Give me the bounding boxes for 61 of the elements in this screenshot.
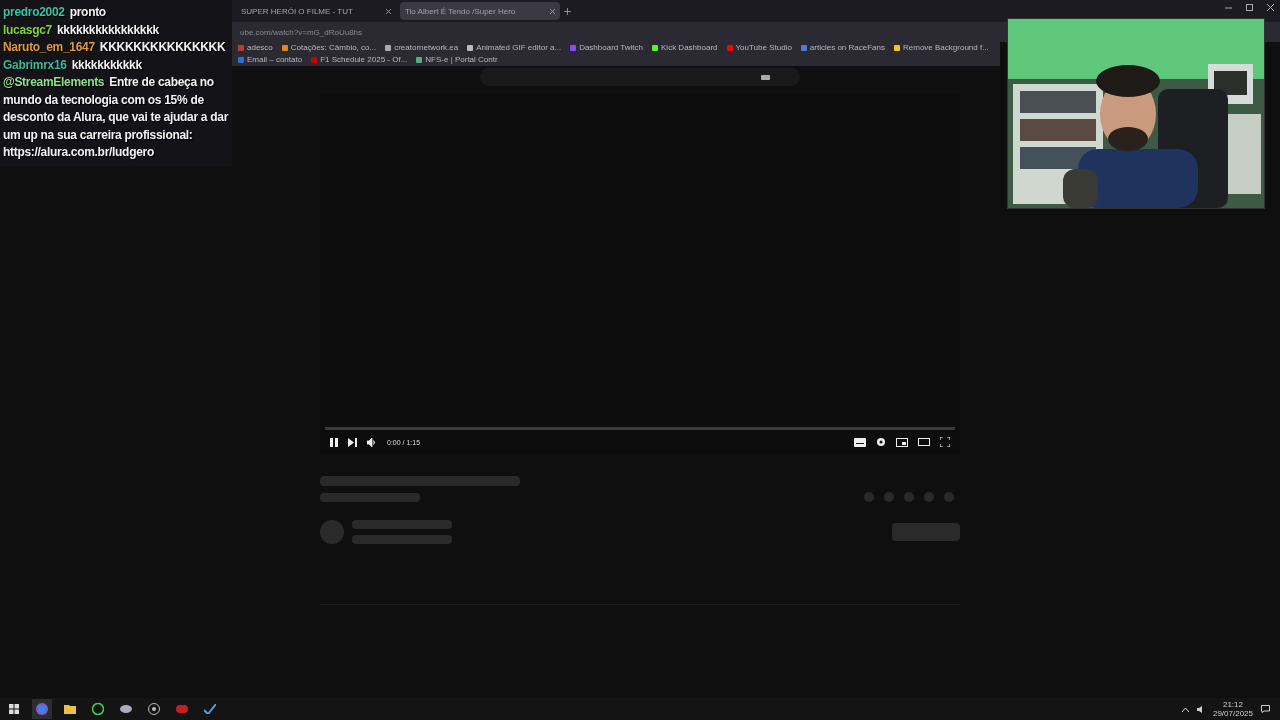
chat-message: lucasgc7 kkkkkkkkkkkkkkkk [3, 21, 160, 39]
speaker-icon[interactable] [1196, 705, 1205, 713]
chat-message: Naruto_em_1647 KKKKKKKKKKKKKKK [3, 39, 227, 56]
avatar-placeholder [320, 520, 344, 544]
bookmark[interactable]: articles on RaceFans [800, 43, 885, 52]
new-tab-icon[interactable] [564, 7, 571, 15]
bookmark[interactable]: F1 Schedule 2025 - Of... [311, 55, 408, 64]
browser-tab[interactable]: SUPER HERÓI O FILME - TUT [236, 2, 396, 20]
bookmark[interactable]: adesco [238, 43, 273, 52]
chat-message: @StreamElements Entre de cabeça no mundo da tecnologia com os 15% de desconto da Alura, que vai te ajudar a dar um up na sua carreira profissional: https://alura.com.br/ludgero [3, 74, 229, 161]
close-icon[interactable] [1267, 4, 1274, 11]
progress-track[interactable] [325, 427, 955, 430]
clock-date: 29/07/2025 [1212, 709, 1253, 718]
chevron-up-icon[interactable] [1181, 706, 1189, 712]
loading-dot [924, 492, 934, 502]
bookmark[interactable]: NFS-e | Portal Contr [416, 55, 498, 64]
chat-username: predro2002 [3, 5, 65, 19]
settings-icon[interactable] [876, 437, 886, 447]
keyboard-icon[interactable] [761, 74, 770, 80]
bookmark[interactable]: Animated GIF editor a... [467, 43, 562, 52]
maximize-icon[interactable] [1246, 4, 1253, 11]
bookmark[interactable]: Cotações: Câmbio, co... [281, 43, 377, 52]
chat-message: predro2002 pronto [3, 4, 107, 21]
loading-dot [944, 492, 954, 502]
notification-icon[interactable] [1261, 705, 1270, 713]
bookmark[interactable]: creatornetwork.ea [385, 43, 459, 52]
minimize-icon[interactable] [1225, 4, 1232, 11]
loading-dot [864, 492, 874, 502]
checkmark-icon[interactable] [204, 704, 216, 714]
bookmark[interactable]: Kick Dashboard [652, 43, 718, 52]
fullscreen-icon[interactable] [940, 437, 950, 447]
chat-username: @StreamElements [3, 75, 105, 89]
app-icon[interactable] [120, 704, 132, 714]
miniplayer-icon[interactable] [896, 437, 908, 447]
chat-username: Naruto_em_1647 [3, 40, 95, 54]
browser-tab[interactable]: Tio Albert É Tendo /Super Hero [400, 2, 560, 20]
bookmark[interactable]: YouTube Studio [726, 43, 792, 52]
theater-icon[interactable] [918, 438, 930, 446]
windows-logo-icon[interactable] [9, 704, 19, 714]
loading-dot [884, 492, 894, 502]
subtitles-icon[interactable] [854, 437, 866, 447]
chat-username: Gabrimrx16 [3, 57, 67, 72]
bookmark[interactable]: Dashboard Twitch [570, 43, 644, 52]
circle-icon[interactable] [148, 703, 160, 715]
clock-time: 21:12 [1222, 700, 1243, 709]
chat-username: lucasgc7 [3, 22, 52, 37]
close-icon[interactable] [386, 8, 391, 14]
pause-icon[interactable] [330, 437, 338, 447]
address-field[interactable]: ube.com/watch?v=mG_dRoUu8hs [240, 27, 363, 37]
volume-icon[interactable] [367, 437, 377, 447]
search-field[interactable] [480, 68, 800, 86]
clock[interactable]: 21:12 29/07/2025 [1212, 700, 1253, 718]
close-icon[interactable] [550, 8, 555, 14]
chat-message: Gabrimrx16 kkkkkkkkkkk [3, 56, 143, 74]
next-icon[interactable] [348, 437, 357, 447]
bookmark[interactable]: Remove Background f... [894, 43, 989, 52]
browser-icon[interactable] [36, 703, 48, 715]
loading-dot [904, 492, 914, 502]
bookmark[interactable]: Email – contato [238, 55, 303, 64]
folder-icon[interactable] [64, 704, 76, 714]
loading-placeholder [892, 523, 960, 541]
